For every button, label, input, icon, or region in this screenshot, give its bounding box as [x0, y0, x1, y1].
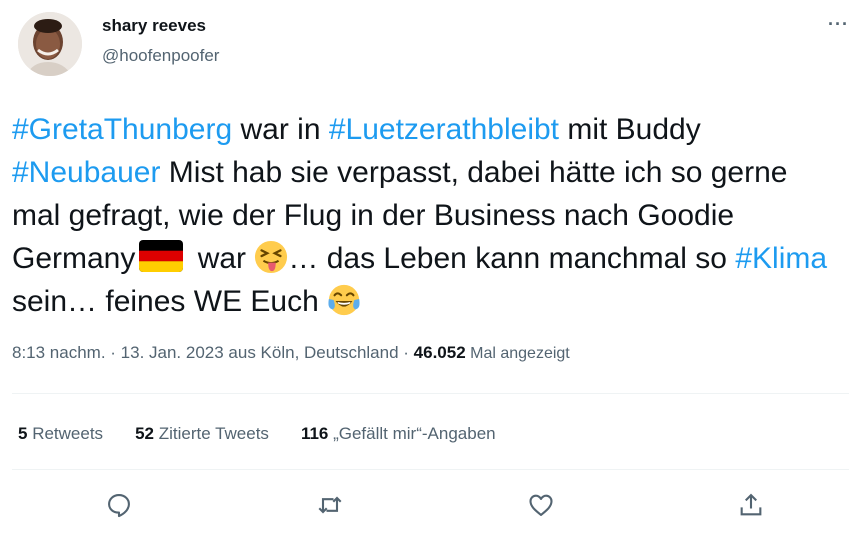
views-label: Mal angezeigt: [465, 345, 570, 362]
retweet-button[interactable]: [313, 488, 347, 522]
author-display-name[interactable]: shary reeves: [102, 14, 219, 38]
likes-count: 116: [300, 424, 329, 443]
flag-germany-icon: [139, 240, 184, 272]
tweet-time[interactable]: 8:13 nachm.: [12, 343, 106, 362]
author-handle[interactable]: @hoofenpoofer: [102, 42, 219, 70]
reply-icon: [108, 494, 130, 518]
tweet-text-segment: mit Buddy: [559, 113, 701, 146]
tweet-location: aus Köln, Deutschland: [223, 343, 404, 362]
tears-of-joy-face-icon: [328, 284, 360, 316]
action-bar: [0, 488, 861, 528]
tweet-text-segment: sein… feines WE Euch: [12, 285, 328, 318]
retweets-label: Retweets: [27, 424, 104, 443]
squinting-tongue-face-icon: [255, 240, 288, 274]
like-icon: [529, 494, 553, 516]
reply-button[interactable]: [102, 488, 136, 522]
tweet-header: shary reeves @hoofenpoofer ···: [18, 12, 853, 84]
quotes-stat[interactable]: 52 Zitierte Tweets: [135, 424, 269, 444]
tweet-text-segment: … das Leben kann manchmal so: [288, 242, 736, 275]
like-button[interactable]: [524, 488, 558, 522]
tweet-date[interactable]: 13. Jan. 2023: [121, 343, 224, 362]
quotes-count: 52: [135, 424, 154, 443]
meta-separator: ·: [105, 343, 121, 362]
divider: [12, 393, 849, 394]
share-button[interactable]: [734, 488, 768, 522]
profile-photo-icon: [18, 12, 82, 76]
hashtag-link[interactable]: #Klima: [735, 242, 827, 275]
retweets-stat[interactable]: 5 Retweets: [18, 424, 103, 444]
tweet-text: #GretaThunberg war in #Luetzerathbleibt …: [12, 108, 842, 323]
avatar[interactable]: [18, 12, 82, 76]
divider: [12, 469, 849, 470]
tweet-stats: 5 Retweets 52 Zitierte Tweets 116 „Gefällt…: [18, 424, 528, 444]
author-names: shary reeves @hoofenpoofer: [102, 14, 219, 70]
likes-label: „Gefällt mir“-Angaben: [328, 424, 496, 443]
retweet-icon: [318, 496, 342, 514]
views-count[interactable]: 46.052: [409, 343, 466, 362]
hashtag-link[interactable]: #GretaThunberg: [12, 113, 232, 146]
quotes-label: Zitierte Tweets: [153, 424, 269, 443]
tweet-text-segment: war in: [232, 113, 329, 146]
hashtag-link[interactable]: #Neubauer: [12, 156, 160, 189]
share-icon: [740, 493, 762, 516]
tweet-text-segment: war: [189, 242, 255, 275]
hashtag-link[interactable]: #Luetzerathbleibt: [329, 113, 559, 146]
tweet-meta: 8:13 nachm. · 13. Jan. 2023 aus Köln, De…: [12, 343, 570, 363]
likes-stat[interactable]: 116 „Gefällt mir“-Angaben: [301, 424, 496, 444]
more-horizontal-icon[interactable]: ···: [828, 14, 849, 35]
